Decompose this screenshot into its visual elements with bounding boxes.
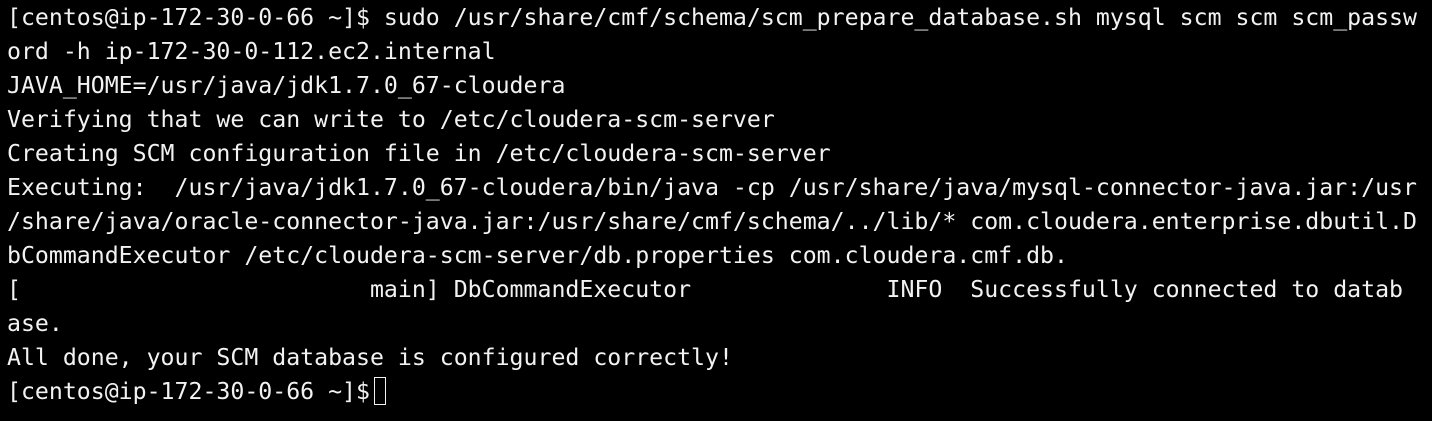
output-line-3: JAVA_HOME=/usr/java/jdk1.7.0_67-cloudera [7, 72, 566, 99]
terminal-window[interactable]: [centos@ip-172-30-0-66 ~]$ sudo /usr/sha… [0, 1, 1432, 421]
output-line-5: Creating SCM configuration file in /etc/… [7, 140, 831, 167]
output-line-10: ase. [7, 310, 63, 337]
output-line-8: bCommandExecutor /etc/cloudera-scm-serve… [7, 242, 1068, 269]
output-line-6: Executing: /usr/java/jdk1.7.0_67-clouder… [7, 174, 1417, 201]
output-line-4: Verifying that we can write to /etc/clou… [7, 106, 775, 133]
output-line-7: /share/java/oracle-connector-java.jar:/u… [7, 208, 1417, 235]
output-line-11: All done, your SCM database is configure… [7, 344, 733, 371]
output-line-9: [ main] DbCommandExecutor INFO Successfu… [7, 276, 1404, 303]
shell-prompt: [centos@ip-172-30-0-66 ~]$ [7, 378, 370, 405]
output-line-2: ord -h ip-172-30-0-112.ec2.internal [7, 38, 496, 65]
output-line-1: [centos@ip-172-30-0-66 ~]$ sudo /usr/sha… [7, 4, 1417, 31]
cursor-icon [373, 377, 386, 405]
prompt-line[interactable]: [centos@ip-172-30-0-66 ~]$ [7, 375, 1432, 409]
